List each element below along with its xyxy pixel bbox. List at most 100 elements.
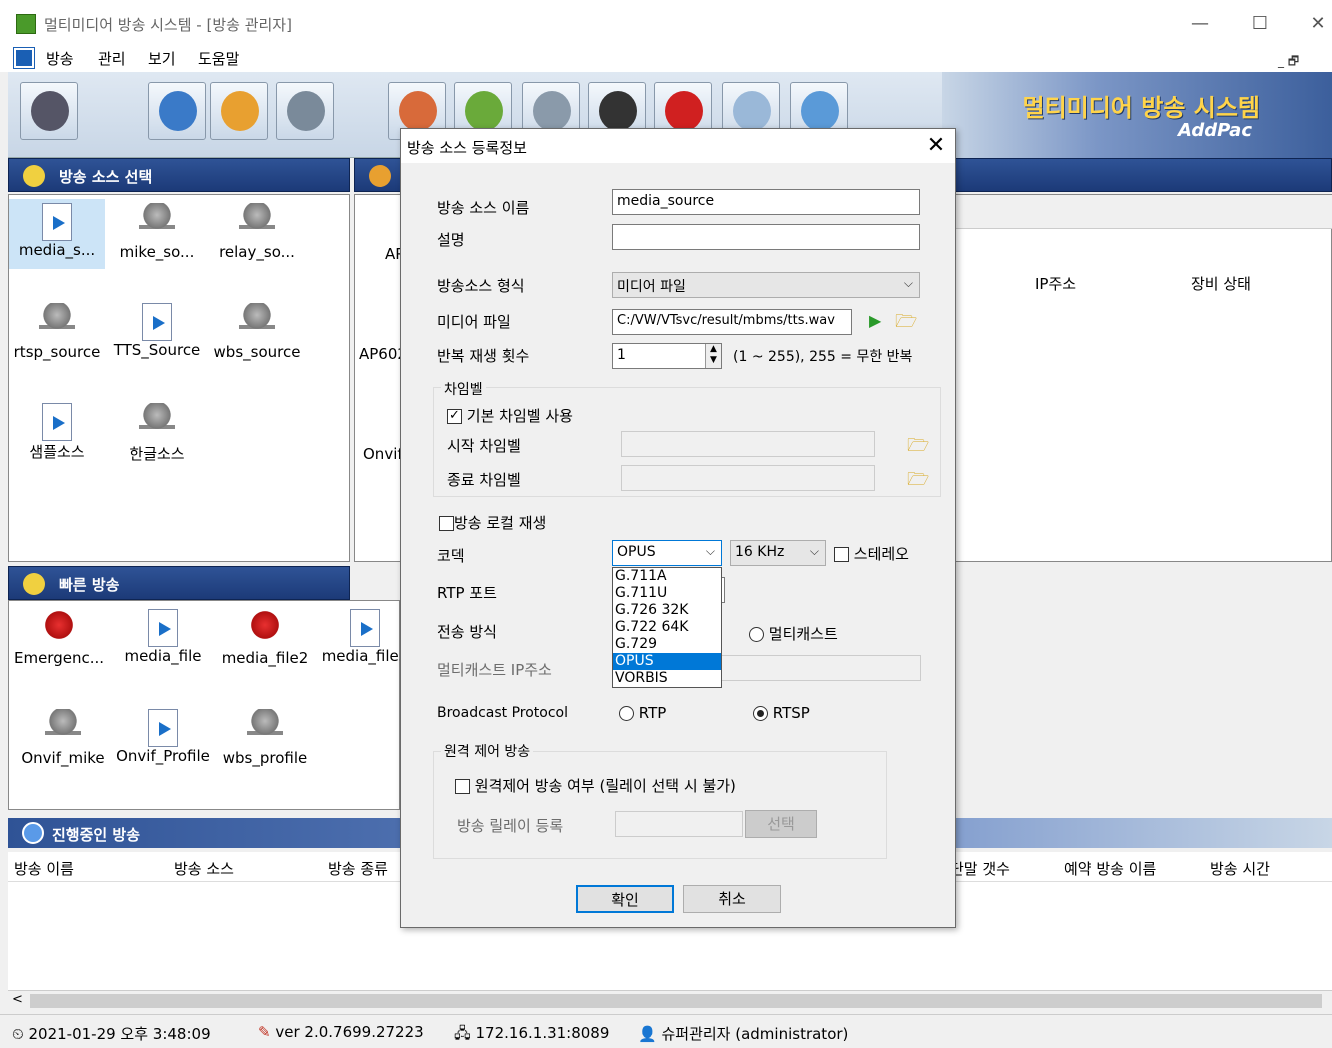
- quick-item[interactable]: media_file2: [217, 605, 313, 675]
- codec-select[interactable]: OPUS ⌵: [612, 540, 722, 566]
- multicast-ip-input[interactable]: [721, 655, 921, 681]
- source-item[interactable]: media_s...: [9, 199, 105, 269]
- codec-option[interactable]: G.729: [613, 636, 721, 653]
- protocol-rtsp-option[interactable]: RTSP: [753, 704, 810, 722]
- stereo-option[interactable]: 스테레오: [834, 543, 909, 564]
- folder-open-icon[interactable]: 🗁: [907, 467, 929, 497]
- source-item[interactable]: wbs_source: [209, 299, 305, 369]
- sample-rate-select[interactable]: 16 KHz ⌵: [730, 540, 826, 566]
- scroll-left-icon[interactable]: <: [12, 992, 23, 1007]
- radio-icon[interactable]: [619, 706, 634, 721]
- status-datetime: ⏲ 2021-01-29 오후 3:48:09: [12, 1023, 211, 1044]
- toolbar-users-button[interactable]: [210, 82, 268, 140]
- maximize-button[interactable]: ☐: [1246, 12, 1274, 36]
- radio-icon[interactable]: [749, 627, 764, 642]
- microphone-icon: [239, 303, 275, 343]
- codec-option[interactable]: G.711U: [613, 585, 721, 602]
- column-time[interactable]: 방송 시간: [1210, 858, 1270, 879]
- checkbox-icon[interactable]: [834, 547, 849, 562]
- mdi-controls[interactable]: _ 🗗: [1278, 52, 1299, 73]
- source-item[interactable]: TTS_Source: [109, 299, 205, 369]
- quick-item[interactable]: Emergenc...: [11, 605, 107, 675]
- menu-manage[interactable]: 관리: [98, 48, 126, 69]
- column-reserved-name[interactable]: 예약 방송 이름: [1064, 858, 1156, 879]
- source-name-input[interactable]: media_source: [612, 189, 920, 215]
- protocol-rtp-option[interactable]: RTP: [619, 704, 666, 722]
- column-name[interactable]: 방송 이름: [14, 858, 74, 879]
- minimize-button[interactable]: —: [1186, 12, 1214, 36]
- status-version: ✎ ver 2.0.7699.27223: [258, 1023, 424, 1041]
- multicast-option[interactable]: 멀티캐스트: [749, 623, 838, 644]
- quick-item[interactable]: Onvif_mike: [15, 705, 111, 775]
- quick-panel-title: 빠른 방송: [59, 576, 120, 594]
- source-type-value: 미디어 파일: [617, 279, 686, 295]
- chime-group-label: 차임벨: [441, 379, 486, 399]
- spin-arrows-icon[interactable]: ▲ ▼: [705, 344, 721, 368]
- media-file-icon: [42, 203, 72, 241]
- source-item[interactable]: 한글소스: [109, 399, 205, 469]
- quick-item[interactable]: Onvif_Profile: [115, 705, 211, 775]
- codec-option[interactable]: G.722 64K: [613, 619, 721, 636]
- default-chime-option[interactable]: ✓ 기본 차임벨 사용: [447, 405, 573, 426]
- search-icon: [733, 91, 771, 131]
- device-item[interactable]: Onvif: [363, 445, 403, 463]
- source-item[interactable]: 샘플소스: [9, 399, 105, 469]
- description-input[interactable]: [612, 224, 920, 250]
- folder-open-icon[interactable]: 🗁: [907, 433, 929, 463]
- menu-broadcast[interactable]: 방송: [46, 48, 74, 69]
- source-item[interactable]: rtsp_source: [9, 299, 105, 369]
- toolbar-network-button[interactable]: [148, 82, 206, 140]
- source-type-select[interactable]: 미디어 파일 ⌵: [612, 272, 920, 298]
- quick-item[interactable]: media_file3: [317, 605, 413, 675]
- column-source[interactable]: 방송 소스: [174, 858, 234, 879]
- folder-open-icon[interactable]: 🗁: [895, 309, 917, 339]
- ok-button[interactable]: 확인: [576, 885, 674, 913]
- codec-option-selected[interactable]: OPUS: [613, 653, 721, 670]
- media-file-input[interactable]: C:/VW/VTsvc/result/mbms/tts.wav: [612, 309, 852, 335]
- codec-option[interactable]: G.726 32K: [613, 602, 721, 619]
- menu-view[interactable]: 보기: [148, 48, 176, 69]
- toolbar-speaker-button[interactable]: [20, 82, 78, 140]
- repeat-count-stepper[interactable]: 1 ▲ ▼: [612, 343, 722, 369]
- column-type[interactable]: 방송 종류: [328, 858, 388, 879]
- app-icon: [16, 14, 36, 34]
- relay-select-button[interactable]: 선택: [745, 810, 817, 838]
- checkbox-icon[interactable]: [455, 779, 470, 794]
- chevron-down-icon: ⌵: [705, 544, 715, 558]
- checkbox-icon[interactable]: [439, 516, 454, 531]
- close-button[interactable]: ✕: [1304, 12, 1332, 36]
- relay-label: 방송 릴레이 등록: [457, 817, 564, 835]
- protocol-rtp-label: RTP: [638, 704, 667, 722]
- checkbox-checked-icon[interactable]: ✓: [447, 409, 462, 424]
- play-icon[interactable]: ▶: [869, 311, 881, 330]
- quick-item[interactable]: media_file: [115, 605, 211, 675]
- media-file-icon: [148, 609, 178, 647]
- start-chime-input[interactable]: [621, 431, 875, 457]
- codec-option[interactable]: VORBIS: [613, 670, 721, 687]
- radio-selected-icon[interactable]: [753, 706, 768, 721]
- source-item[interactable]: mike_so...: [109, 199, 205, 269]
- toolbar-schedule-button[interactable]: [276, 82, 334, 140]
- red-mic-icon: [247, 609, 283, 649]
- source-panel: 방송 소스 선택 media_s... mike_so... relay_so.…: [8, 158, 350, 562]
- remote-control-option[interactable]: 원격제어 방송 여부 (릴레이 선택 시 불가): [455, 775, 736, 796]
- window-title: 멀티미디어 방송 시스템 - [방송 관리자]: [44, 16, 292, 34]
- relay-input[interactable]: [615, 811, 743, 837]
- scroll-thumb[interactable]: [30, 994, 1322, 1008]
- menu-help[interactable]: 도움말: [198, 48, 239, 69]
- cancel-button[interactable]: 취소: [683, 885, 781, 913]
- horizontal-scrollbar[interactable]: <: [8, 990, 1332, 1010]
- column-status[interactable]: 장비 상태: [1191, 273, 1251, 294]
- clock-icon: ⏲: [12, 1025, 24, 1043]
- dialog-close-button[interactable]: ✕: [921, 133, 951, 158]
- group-icon: [369, 165, 391, 187]
- column-ip[interactable]: IP주소: [1035, 273, 1076, 294]
- local-play-option[interactable]: 방송 로컬 재생: [439, 512, 546, 533]
- source-item[interactable]: relay_so...: [209, 199, 305, 269]
- column-terminal-count[interactable]: 단말 갯수: [950, 858, 1010, 879]
- end-chime-input[interactable]: [621, 465, 875, 491]
- version-text: ver 2.0.7699.27223: [275, 1023, 424, 1041]
- source-item-label: wbs_source: [213, 343, 301, 361]
- codec-option[interactable]: G.711A: [613, 568, 721, 585]
- quick-item[interactable]: wbs_profile: [217, 705, 313, 775]
